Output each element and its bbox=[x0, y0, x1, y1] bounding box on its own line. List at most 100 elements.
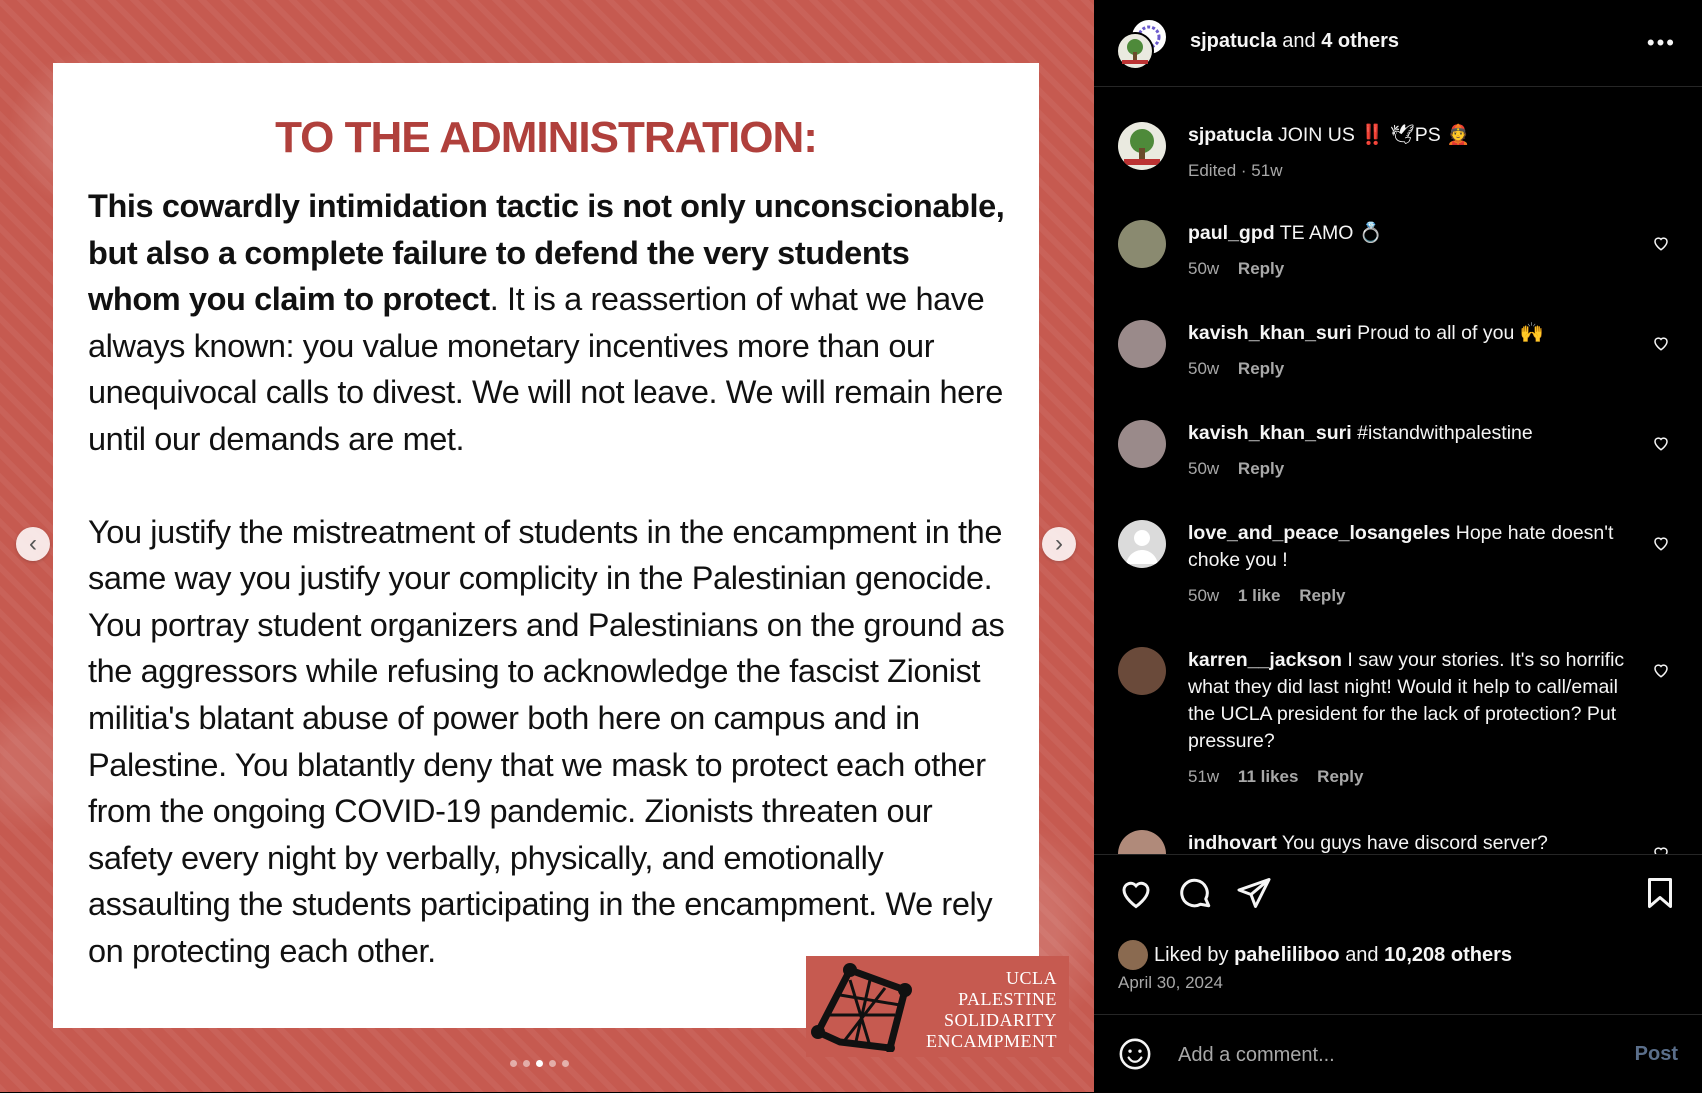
comment-icon[interactable] bbox=[1178, 875, 1214, 911]
comment-time: 50w bbox=[1188, 586, 1220, 605]
comment-content: karren__jackson I saw your stories. It's… bbox=[1188, 647, 1628, 790]
encampment-logo: UCLA PALESTINE SOLIDARITY ENCAMPMENT bbox=[806, 956, 1069, 1057]
post-header: sjpatucla and 4 others ••• bbox=[1094, 0, 1702, 87]
slide-dot bbox=[562, 1060, 569, 1067]
logo-line-1: UCLA bbox=[1006, 968, 1057, 988]
comment-text: You guys have discord server? bbox=[1281, 832, 1548, 854]
collab-avatars[interactable] bbox=[1116, 18, 1168, 70]
comment-meta: 50w Reply bbox=[1188, 255, 1628, 282]
like-comment-heart-icon[interactable] bbox=[1652, 844, 1670, 854]
post-owner: sjpatucla and 4 others bbox=[1190, 30, 1399, 53]
liked-and: and bbox=[1345, 943, 1379, 966]
comment-input[interactable] bbox=[1176, 1037, 1600, 1073]
avatar[interactable] bbox=[1118, 830, 1166, 854]
caption-text: JOIN US ‼️ 🕊PS 👲 bbox=[1277, 124, 1471, 146]
previous-slide-button[interactable]: ‹ bbox=[16, 527, 50, 561]
comment-time: 51w bbox=[1188, 767, 1220, 786]
comment-likes[interactable]: 1 like bbox=[1238, 586, 1281, 605]
reply-button[interactable]: Reply bbox=[1238, 259, 1284, 278]
liked-user[interactable]: paheliliboo bbox=[1234, 944, 1340, 967]
like-comment-heart-icon[interactable] bbox=[1652, 334, 1670, 352]
caption-meta: Edited · 51w bbox=[1188, 161, 1283, 180]
comment-text: TE AMO 💍 bbox=[1279, 222, 1384, 244]
comment-meta: 51w 11 likes Reply bbox=[1188, 763, 1628, 790]
chevron-left-icon: ‹ bbox=[29, 530, 37, 557]
comment-content: indhovart You guys have discord server? bbox=[1188, 830, 1628, 854]
avatar[interactable] bbox=[1118, 220, 1166, 268]
header-others[interactable]: 4 others bbox=[1321, 30, 1399, 52]
like-comment-heart-icon[interactable] bbox=[1652, 534, 1670, 552]
caption-content: sjpatucla JOIN US ‼️ 🕊PS 👲 Edited · 51w bbox=[1188, 122, 1628, 184]
comment-time: 50w bbox=[1188, 259, 1220, 278]
logo-line-2: PALESTINE bbox=[958, 989, 1057, 1009]
liked-prefix: Liked by bbox=[1154, 943, 1229, 966]
share-icon[interactable] bbox=[1236, 875, 1272, 911]
reply-button[interactable]: Reply bbox=[1238, 359, 1284, 378]
avatar[interactable] bbox=[1118, 940, 1148, 970]
slide-body: This cowardly intimidation tactic is not… bbox=[88, 183, 1008, 975]
comment-username[interactable]: kavish_khan_suri bbox=[1188, 322, 1352, 344]
logo-line-3: SOLIDARITY bbox=[944, 1010, 1057, 1030]
heart-icon[interactable] bbox=[1118, 875, 1154, 911]
comment-meta: 50w Reply bbox=[1188, 455, 1628, 482]
logo-text: UCLA PALESTINE SOLIDARITY ENCAMPMENT bbox=[926, 968, 1057, 1052]
comment-content: love_and_peace_losangeles Hope hate does… bbox=[1188, 520, 1628, 609]
slide-indicator bbox=[510, 1060, 569, 1067]
avatar[interactable] bbox=[1118, 122, 1166, 170]
bookmark-icon[interactable] bbox=[1642, 875, 1678, 911]
post-side-panel: sjpatucla and 4 others ••• sjpatucla JOI… bbox=[1094, 0, 1702, 1092]
avatar[interactable] bbox=[1118, 420, 1166, 468]
slide-dot bbox=[510, 1060, 517, 1067]
comment-username[interactable]: indhovart bbox=[1188, 832, 1277, 854]
avatar[interactable] bbox=[1118, 647, 1166, 695]
comment-text: #istandwithpalestine bbox=[1357, 422, 1533, 444]
like-comment-heart-icon[interactable] bbox=[1652, 234, 1670, 252]
comment-time: 50w bbox=[1188, 459, 1220, 478]
post-button[interactable]: Post bbox=[1635, 1043, 1678, 1066]
next-slide-button[interactable]: › bbox=[1042, 527, 1076, 561]
reply-button[interactable]: Reply bbox=[1238, 459, 1284, 478]
avatar[interactable] bbox=[1118, 520, 1166, 568]
post-actions: Liked by paheliliboo and 10,208 others A… bbox=[1094, 854, 1702, 1015]
more-horizontal-icon: ••• bbox=[1646, 30, 1676, 55]
comment-content: kavish_khan_suri #istandwithpalestine 50… bbox=[1188, 420, 1628, 482]
like-comment-heart-icon[interactable] bbox=[1652, 661, 1670, 679]
more-options-button[interactable]: ••• bbox=[1647, 30, 1676, 56]
slide-paragraph-1: This cowardly intimidation tactic is not… bbox=[88, 183, 1008, 463]
header-username[interactable]: sjpatucla bbox=[1190, 30, 1277, 52]
avatar bbox=[1116, 32, 1154, 70]
reply-button[interactable]: Reply bbox=[1317, 767, 1363, 786]
comments-list[interactable]: sjpatucla JOIN US ‼️ 🕊PS 👲 Edited · 51w … bbox=[1094, 86, 1702, 854]
comment-time: 50w bbox=[1188, 359, 1220, 378]
chevron-right-icon: › bbox=[1055, 530, 1063, 557]
emoji-icon[interactable] bbox=[1118, 1037, 1152, 1071]
tree-logo-icon bbox=[1122, 39, 1148, 64]
reply-button[interactable]: Reply bbox=[1299, 586, 1345, 605]
header-and: and bbox=[1282, 30, 1316, 52]
comment-meta: 50w 1 like Reply bbox=[1188, 582, 1628, 609]
post-media: TO THE ADMINISTRATION: This cowardly int… bbox=[0, 0, 1094, 1092]
like-comment-heart-icon[interactable] bbox=[1652, 434, 1670, 452]
slide-dot bbox=[523, 1060, 530, 1067]
keffiyeh-net-icon bbox=[811, 963, 912, 1052]
comment-username[interactable]: kavish_khan_suri bbox=[1188, 422, 1352, 444]
caption-username[interactable]: sjpatucla bbox=[1188, 124, 1273, 146]
slide-dot bbox=[549, 1060, 556, 1067]
comment-username[interactable]: paul_gpd bbox=[1188, 222, 1275, 244]
logo-line-4: ENCAMPMENT bbox=[925, 1031, 1057, 1051]
comment-likes[interactable]: 11 likes bbox=[1238, 767, 1299, 786]
avatar[interactable] bbox=[1118, 320, 1166, 368]
tree-logo-icon bbox=[1124, 129, 1160, 165]
comment-content: paul_gpd TE AMO 💍 50w Reply bbox=[1188, 220, 1628, 282]
slide-paragraph-2: You justify the mistreatment of students… bbox=[88, 513, 1005, 969]
liked-others[interactable]: 10,208 others bbox=[1384, 944, 1512, 967]
add-comment-bar: Post bbox=[1094, 1014, 1702, 1093]
slide-title: TO THE ADMINISTRATION: bbox=[275, 113, 818, 162]
post-date: April 30, 2024 bbox=[1118, 973, 1223, 992]
default-user-icon bbox=[1126, 530, 1158, 564]
comment-username[interactable]: karren__jackson bbox=[1188, 649, 1342, 671]
comment-content: kavish_khan_suri Proud to all of you 🙌 5… bbox=[1188, 320, 1628, 382]
comment-username[interactable]: love_and_peace_losangeles bbox=[1188, 522, 1450, 544]
comment-meta: 50w Reply bbox=[1188, 355, 1628, 382]
liked-by: Liked by paheliliboo and 10,208 others bbox=[1118, 940, 1512, 970]
